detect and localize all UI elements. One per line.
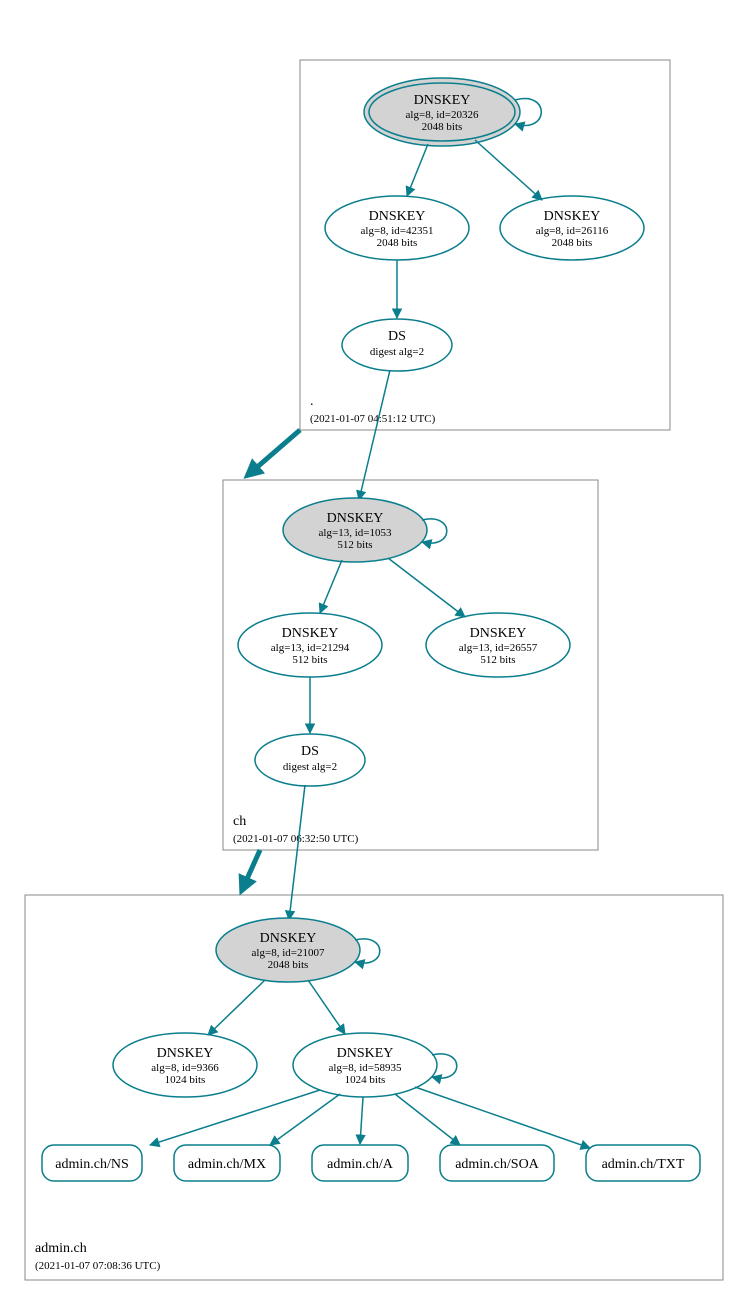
node-rr-mx: admin.ch/MX [174,1145,280,1181]
edge-zsk2-a [360,1097,363,1144]
svg-text:alg=13, id=21294: alg=13, id=21294 [271,642,350,654]
svg-text:DNSKEY: DNSKEY [544,209,601,224]
svg-text:admin.ch/SOA: admin.ch/SOA [455,1157,539,1172]
svg-text:DNSKEY: DNSKEY [369,209,426,224]
svg-text:DS: DS [301,744,319,759]
svg-text:DNSKEY: DNSKEY [337,1046,394,1061]
edge-zsk2-ns [150,1090,320,1145]
node-admin-zsk1: DNSKEY alg=8, id=9366 1024 bits [113,1033,257,1097]
svg-text:digest alg=2: digest alg=2 [370,346,424,358]
zone-admin-timestamp: (2021-01-07 07:08:36 UTC) [35,1260,161,1272]
zone-root-name: . [310,394,314,409]
node-ch-zsk2: DNSKEY alg=13, id=26557 512 bits [426,613,570,677]
svg-text:DNSKEY: DNSKEY [282,626,339,641]
svg-text:admin.ch/TXT: admin.ch/TXT [602,1157,685,1172]
node-rr-txt: admin.ch/TXT [586,1145,700,1181]
svg-text:admin.ch/A: admin.ch/A [327,1157,394,1172]
svg-text:DNSKEY: DNSKEY [260,931,317,946]
svg-text:admin.ch/MX: admin.ch/MX [188,1157,266,1172]
edge-chksk-zsk1 [320,560,342,613]
node-rr-ns: admin.ch/NS [42,1145,142,1181]
edge-zsk2-txt [415,1087,590,1148]
edge-adminksk-zsk1 [208,980,265,1035]
svg-text:alg=8, id=26116: alg=8, id=26116 [536,225,609,237]
svg-text:512 bits: 512 bits [292,654,327,666]
svg-text:2048 bits: 2048 bits [422,121,463,133]
svg-text:alg=8, id=58935: alg=8, id=58935 [329,1062,402,1074]
edge-rootksk-zsk1 [407,144,428,196]
node-root-zsk1: DNSKEY alg=8, id=42351 2048 bits [325,196,469,260]
zone-ch-timestamp: (2021-01-07 06:32:50 UTC) [233,833,359,845]
svg-text:DNSKEY: DNSKEY [414,93,471,108]
edge-zsk2-mx [270,1094,340,1145]
edge-zsk2-soa [395,1094,460,1145]
svg-text:digest alg=2: digest alg=2 [283,761,337,773]
svg-text:2048 bits: 2048 bits [268,959,309,971]
dnssec-diagram: . (2021-01-07 04:51:12 UTC) DNSKEY alg=8… [10,10,731,1288]
svg-text:1024 bits: 1024 bits [345,1074,386,1086]
svg-text:DNSKEY: DNSKEY [327,511,384,526]
edge-ch-to-admin-deleg [242,850,260,890]
svg-text:alg=8, id=21007: alg=8, id=21007 [252,947,325,959]
edge-rootksk-zsk2 [475,140,542,200]
node-root-ds: DS digest alg=2 [342,319,452,371]
svg-text:2048 bits: 2048 bits [377,237,418,249]
node-root-zsk2: DNSKEY alg=8, id=26116 2048 bits [500,196,644,260]
node-ch-ds: DS digest alg=2 [255,734,365,786]
svg-text:alg=13, id=26557: alg=13, id=26557 [459,642,538,654]
zone-admin-name: admin.ch [35,1241,87,1256]
svg-text:DNSKEY: DNSKEY [157,1046,214,1061]
svg-text:512 bits: 512 bits [480,654,515,666]
svg-text:512 bits: 512 bits [337,539,372,551]
node-root-ksk: DNSKEY alg=8, id=20326 2048 bits [364,78,520,146]
edge-chksk-zsk2 [388,558,465,617]
svg-text:DS: DS [388,329,406,344]
node-ch-ksk: DNSKEY alg=13, id=1053 512 bits [283,498,427,562]
edge-adminksk-zsk2 [308,980,345,1034]
svg-text:admin.ch/NS: admin.ch/NS [55,1157,129,1172]
svg-text:alg=8, id=20326: alg=8, id=20326 [406,109,479,121]
svg-text:alg=13, id=1053: alg=13, id=1053 [319,527,392,539]
svg-text:alg=8, id=42351: alg=8, id=42351 [361,225,434,237]
node-rr-soa: admin.ch/SOA [440,1145,554,1181]
node-rr-a: admin.ch/A [312,1145,408,1181]
svg-text:DNSKEY: DNSKEY [470,626,527,641]
node-ch-zsk1: DNSKEY alg=13, id=21294 512 bits [238,613,382,677]
svg-text:alg=8, id=9366: alg=8, id=9366 [151,1062,219,1074]
edge-root-to-ch-deleg [248,430,300,475]
zone-root-timestamp: (2021-01-07 04:51:12 UTC) [310,413,436,425]
edge-chds-adminksk [289,785,305,920]
node-admin-ksk: DNSKEY alg=8, id=21007 2048 bits [216,918,360,982]
svg-text:1024 bits: 1024 bits [165,1074,206,1086]
svg-text:2048 bits: 2048 bits [552,237,593,249]
zone-ch-name: ch [233,814,246,829]
